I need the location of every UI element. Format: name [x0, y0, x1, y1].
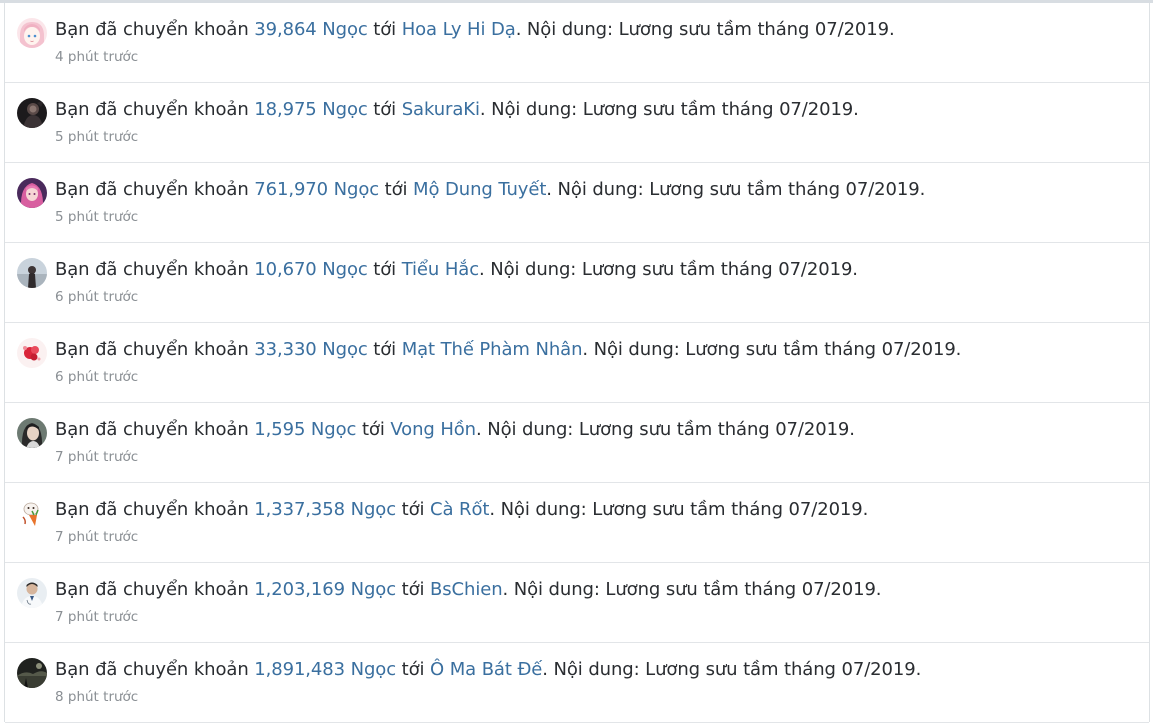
message-prefix: Bạn đã chuyển khoản [55, 99, 255, 120]
message-prefix: Bạn đã chuyển khoản [55, 179, 255, 200]
message-prefix: Bạn đã chuyển khoản [55, 259, 255, 280]
message-content: . Nội dung: Lương sưu tầm tháng 07/2019. [546, 179, 926, 200]
amount-link[interactable]: 1,337,358 Ngọc [254, 499, 396, 520]
timestamp: 5 phút trước [55, 129, 139, 145]
list-item: Bạn đã chuyển khoản 1,337,358 Ngọc tới C… [5, 483, 1149, 563]
transfer-message: Bạn đã chuyển khoản 1,337,358 Ngọc tới C… [55, 498, 868, 522]
cartoon-carrot-avatar-icon[interactable] [17, 498, 47, 528]
transfer-message: Bạn đã chuyển khoản 33,330 Ngọc tới Mạt … [55, 338, 961, 362]
recipient-link[interactable]: Mộ Dung Tuyết [413, 179, 546, 200]
amount-link[interactable]: 761,970 Ngọc [254, 179, 379, 200]
transfer-history-list: Bạn đã chuyển khoản 39,864 Ngọc tới Hoa … [4, 3, 1150, 723]
message-prefix: Bạn đã chuyển khoản [55, 659, 255, 680]
transfer-message: Bạn đã chuyển khoản 18,975 Ngọc tới Saku… [55, 98, 859, 122]
amount-link[interactable]: 39,864 Ngọc [254, 19, 368, 40]
list-item: Bạn đã chuyển khoản 1,891,483 Ngọc tới Ô… [5, 643, 1149, 723]
message-prefix: Bạn đã chuyển khoản [55, 19, 255, 40]
to-word: tới [396, 579, 431, 600]
list-item: Bạn đã chuyển khoản 10,670 Ngọc tới Tiểu… [5, 243, 1149, 323]
timestamp: 7 phút trước [55, 449, 139, 465]
transfer-message: Bạn đã chuyển khoản 761,970 Ngọc tới Mộ … [55, 178, 925, 202]
message-content: . Nội dung: Lương sưu tầm tháng 07/2019. [582, 339, 962, 360]
transfer-message: Bạn đã chuyển khoản 10,670 Ngọc tới Tiểu… [55, 258, 858, 282]
message-content: . Nội dung: Lương sưu tầm tháng 07/2019. [542, 659, 922, 680]
amount-link[interactable]: 1,891,483 Ngọc [254, 659, 396, 680]
timestamp: 6 phút trước [55, 289, 139, 305]
to-word: tới [379, 179, 414, 200]
list-item: Bạn đã chuyển khoản 33,330 Ngọc tới Mạt … [5, 323, 1149, 403]
timestamp: 7 phút trước [55, 529, 139, 545]
recipient-link[interactable]: SakuraKi [402, 99, 480, 120]
pink-hair-avatar-icon[interactable] [17, 178, 47, 208]
timestamp: 4 phút trước [55, 49, 139, 65]
message-prefix: Bạn đã chuyển khoản [55, 499, 255, 520]
list-item: Bạn đã chuyển khoản 1,595 Ngọc tới Vong … [5, 403, 1149, 483]
message-content: . Nội dung: Lương sưu tầm tháng 07/2019. [502, 579, 882, 600]
recipient-link[interactable]: Cà Rốt [430, 499, 489, 520]
to-word: tới [396, 659, 431, 680]
to-word: tới [367, 339, 402, 360]
list-item: Bạn đã chuyển khoản 39,864 Ngọc tới Hoa … [5, 3, 1149, 83]
message-content: . Nội dung: Lương sưu tầm tháng 07/2019. [475, 419, 855, 440]
timestamp: 5 phút trước [55, 209, 139, 225]
amount-link[interactable]: 1,595 Ngọc [254, 419, 356, 440]
recipient-link[interactable]: Tiểu Hắc [402, 259, 479, 280]
to-word: tới [356, 419, 391, 440]
to-word: tới [396, 499, 431, 520]
misty-figure-avatar-icon[interactable] [17, 258, 47, 288]
transfer-message: Bạn đã chuyển khoản 1,891,483 Ngọc tới Ô… [55, 658, 921, 682]
anime-girl-avatar-icon[interactable] [17, 18, 47, 48]
timestamp: 7 phút trước [55, 609, 139, 625]
amount-link[interactable]: 33,330 Ngọc [254, 339, 368, 360]
amount-link[interactable]: 18,975 Ngọc [254, 99, 368, 120]
transfer-message: Bạn đã chuyển khoản 39,864 Ngọc tới Hoa … [55, 18, 895, 42]
recipient-link[interactable]: Mạt Thế Phàm Nhân [402, 339, 583, 360]
recipient-link[interactable]: Hoa Ly Hi Dạ [402, 19, 516, 40]
list-item: Bạn đã chuyển khoản 761,970 Ngọc tới Mộ … [5, 163, 1149, 243]
recipient-link[interactable]: Ô Ma Bát Đế [430, 659, 542, 680]
timestamp: 6 phút trước [55, 369, 139, 385]
dark-figure-avatar-icon[interactable] [17, 98, 47, 128]
to-word: tới [367, 99, 402, 120]
message-content: . Nội dung: Lương sưu tầm tháng 07/2019. [479, 259, 858, 280]
message-prefix: Bạn đã chuyển khoản [55, 579, 255, 600]
doctor-avatar-icon[interactable] [17, 578, 47, 608]
to-word: tới [367, 19, 402, 40]
recipient-link[interactable]: Vong Hồn [390, 419, 476, 440]
message-prefix: Bạn đã chuyển khoản [55, 419, 255, 440]
transfer-message: Bạn đã chuyển khoản 1,203,169 Ngọc tới B… [55, 578, 882, 602]
to-word: tới [367, 259, 402, 280]
message-content: . Nội dung: Lương sưu tầm tháng 07/2019. [515, 19, 895, 40]
message-prefix: Bạn đã chuyển khoản [55, 339, 255, 360]
transfer-message: Bạn đã chuyển khoản 1,595 Ngọc tới Vong … [55, 418, 855, 442]
dark-scene-avatar-icon[interactable] [17, 658, 47, 688]
portrait-avatar-icon[interactable] [17, 418, 47, 448]
timestamp: 8 phút trước [55, 689, 139, 705]
amount-link[interactable]: 10,670 Ngọc [254, 259, 368, 280]
amount-link[interactable]: 1,203,169 Ngọc [254, 579, 396, 600]
list-item: Bạn đã chuyển khoản 18,975 Ngọc tới Saku… [5, 83, 1149, 163]
message-content: . Nội dung: Lương sưu tầm tháng 07/2019. [489, 499, 869, 520]
list-item: Bạn đã chuyển khoản 1,203,169 Ngọc tới B… [5, 563, 1149, 643]
recipient-link[interactable]: BsChien [430, 579, 503, 600]
message-content: . Nội dung: Lương sưu tầm tháng 07/2019. [479, 99, 859, 120]
red-flower-avatar-icon[interactable] [17, 338, 47, 368]
